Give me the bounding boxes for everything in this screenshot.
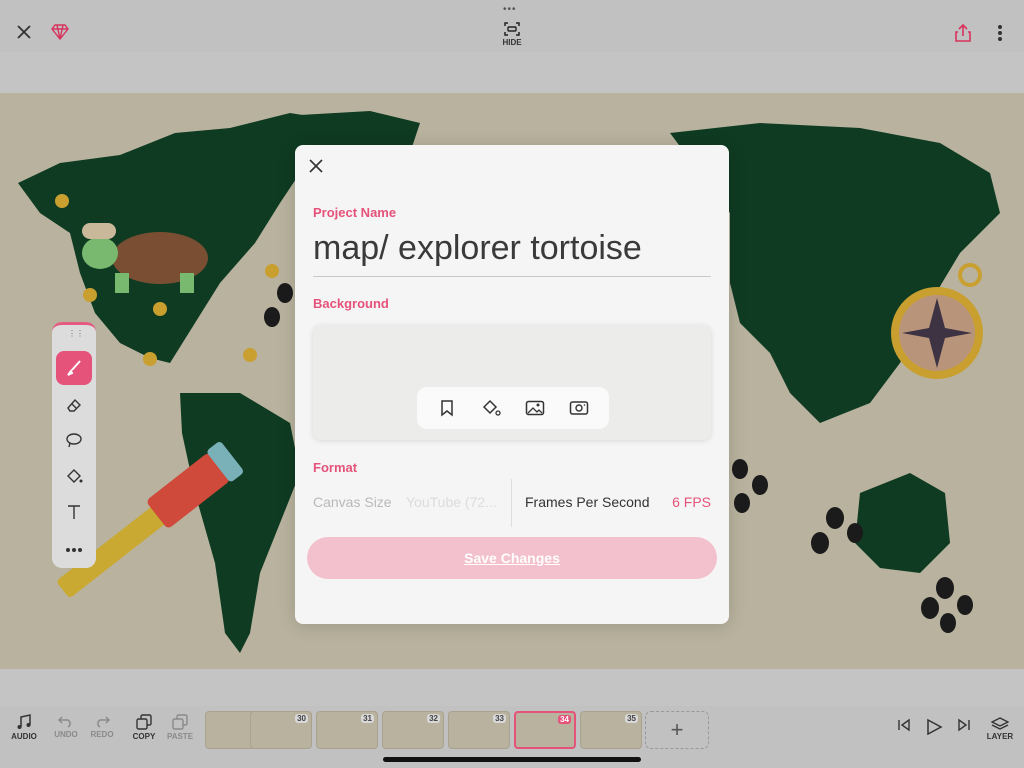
coin — [55, 194, 69, 208]
skip-forward-icon — [958, 718, 970, 732]
hide-button[interactable]: HIDE — [496, 18, 528, 50]
undo-button[interactable]: UNDO — [48, 714, 84, 748]
coin — [83, 288, 97, 302]
audio-button[interactable]: AUDIO — [6, 714, 42, 748]
coin — [143, 352, 157, 366]
format-divider — [511, 479, 512, 527]
more-tools[interactable] — [56, 533, 92, 567]
play-icon — [927, 718, 943, 736]
frame-number: 33 — [493, 714, 506, 723]
paste-label: PASTE — [166, 732, 194, 741]
frame-thumbnail[interactable]: 32 — [382, 711, 444, 749]
format-label: Format — [313, 460, 358, 475]
lasso-tool[interactable] — [56, 423, 92, 457]
dialog-close-button[interactable] — [305, 155, 327, 177]
format-row: Canvas Size YouTube (72... Frames Per Se… — [313, 479, 711, 527]
skip-back-icon — [898, 718, 910, 732]
south-america-shape — [180, 393, 300, 653]
coin — [153, 302, 167, 316]
fill-tool[interactable] — [56, 459, 92, 493]
frame-thumbnail-selected[interactable]: 34 — [514, 711, 576, 749]
brush-tool[interactable] — [56, 351, 92, 385]
copy-icon — [136, 714, 152, 730]
frame-number: 32 — [427, 714, 440, 723]
coin — [265, 264, 279, 278]
camera-button[interactable] — [565, 394, 593, 422]
layer-button[interactable]: LAYER — [982, 714, 1018, 748]
project-name-label: Project Name — [313, 205, 397, 220]
lasso-icon — [66, 433, 82, 448]
copy-button[interactable]: COPY — [126, 714, 162, 748]
frame-thumbnail[interactable]: 30 — [250, 711, 312, 749]
frame-thumbnail[interactable]: 35 — [580, 711, 642, 749]
eraser-icon — [67, 398, 81, 412]
layers-icon — [991, 717, 1009, 730]
australia-shape — [855, 473, 950, 573]
more-vertical-icon — [998, 25, 1002, 41]
hide-icon — [504, 22, 520, 36]
fill-icon — [67, 469, 83, 483]
background-label: Background — [313, 296, 389, 311]
skip-to-end-button[interactable] — [946, 718, 982, 752]
project-settings-dialog: Project Name map/ explorer tortoise Back… — [295, 145, 729, 624]
coin — [243, 348, 257, 362]
bookmark-icon — [441, 400, 453, 417]
close-button[interactable] — [12, 20, 36, 44]
fps-label: Frames Per Second — [525, 494, 650, 510]
more-options-button[interactable] — [990, 22, 1010, 44]
frame-thumbnail[interactable]: 33 — [448, 711, 510, 749]
project-name-field[interactable]: map/ explorer tortoise — [313, 229, 642, 268]
project-name-underline — [313, 276, 711, 277]
top-toolbar: ••• HIDE — [0, 0, 1024, 52]
undo-label: UNDO — [54, 730, 78, 739]
background-preview[interactable] — [313, 325, 711, 440]
audio-label: AUDIO — [11, 732, 37, 741]
brush-icon — [67, 360, 81, 376]
tool-panel-handle[interactable]: ⋮⋮ — [68, 329, 84, 338]
frame-number: 35 — [625, 714, 638, 723]
gem-icon — [51, 24, 69, 40]
paint-bucket-button[interactable] — [477, 394, 505, 422]
frame-number: 31 — [361, 714, 374, 723]
undo-icon — [58, 716, 71, 728]
share-icon — [955, 23, 971, 42]
text-icon — [68, 505, 80, 519]
text-tool[interactable] — [56, 495, 92, 529]
redo-button[interactable]: REDO — [84, 714, 120, 748]
share-button[interactable] — [952, 22, 974, 44]
layer-label: LAYER — [986, 732, 1014, 741]
fps-selector[interactable]: 6 FPS — [672, 494, 711, 510]
more-icon — [66, 548, 82, 552]
drag-handle[interactable]: ••• — [503, 4, 517, 15]
frame-thumbnail[interactable]: 31 — [316, 711, 378, 749]
home-indicator — [383, 757, 641, 762]
frame-number: 34 — [558, 715, 571, 724]
save-changes-button[interactable]: Save Changes — [307, 537, 717, 579]
paste-icon — [172, 714, 188, 730]
close-icon — [309, 159, 323, 173]
copy-label: COPY — [132, 732, 156, 741]
camera-icon — [569, 401, 589, 415]
redo-label: REDO — [90, 730, 114, 739]
premium-button[interactable] — [50, 22, 70, 42]
bookmark-button[interactable] — [433, 394, 461, 422]
canvas-size-value: YouTube (72... — [406, 494, 497, 510]
paste-button[interactable]: PASTE — [162, 714, 198, 748]
canvas-size-label: Canvas Size — [313, 494, 392, 510]
eraser-tool[interactable] — [56, 388, 92, 422]
image-icon — [525, 400, 545, 416]
paint-bucket-icon — [482, 399, 501, 416]
hide-label: HIDE — [502, 38, 522, 47]
music-note-icon — [17, 714, 31, 729]
redo-icon — [97, 716, 110, 728]
frame-number: 30 — [295, 714, 308, 723]
tool-panel: ⋮⋮ — [52, 322, 96, 568]
background-toolbar — [417, 387, 609, 429]
add-frame-button[interactable]: + — [645, 711, 709, 749]
image-button[interactable] — [521, 394, 549, 422]
close-icon — [17, 25, 31, 39]
